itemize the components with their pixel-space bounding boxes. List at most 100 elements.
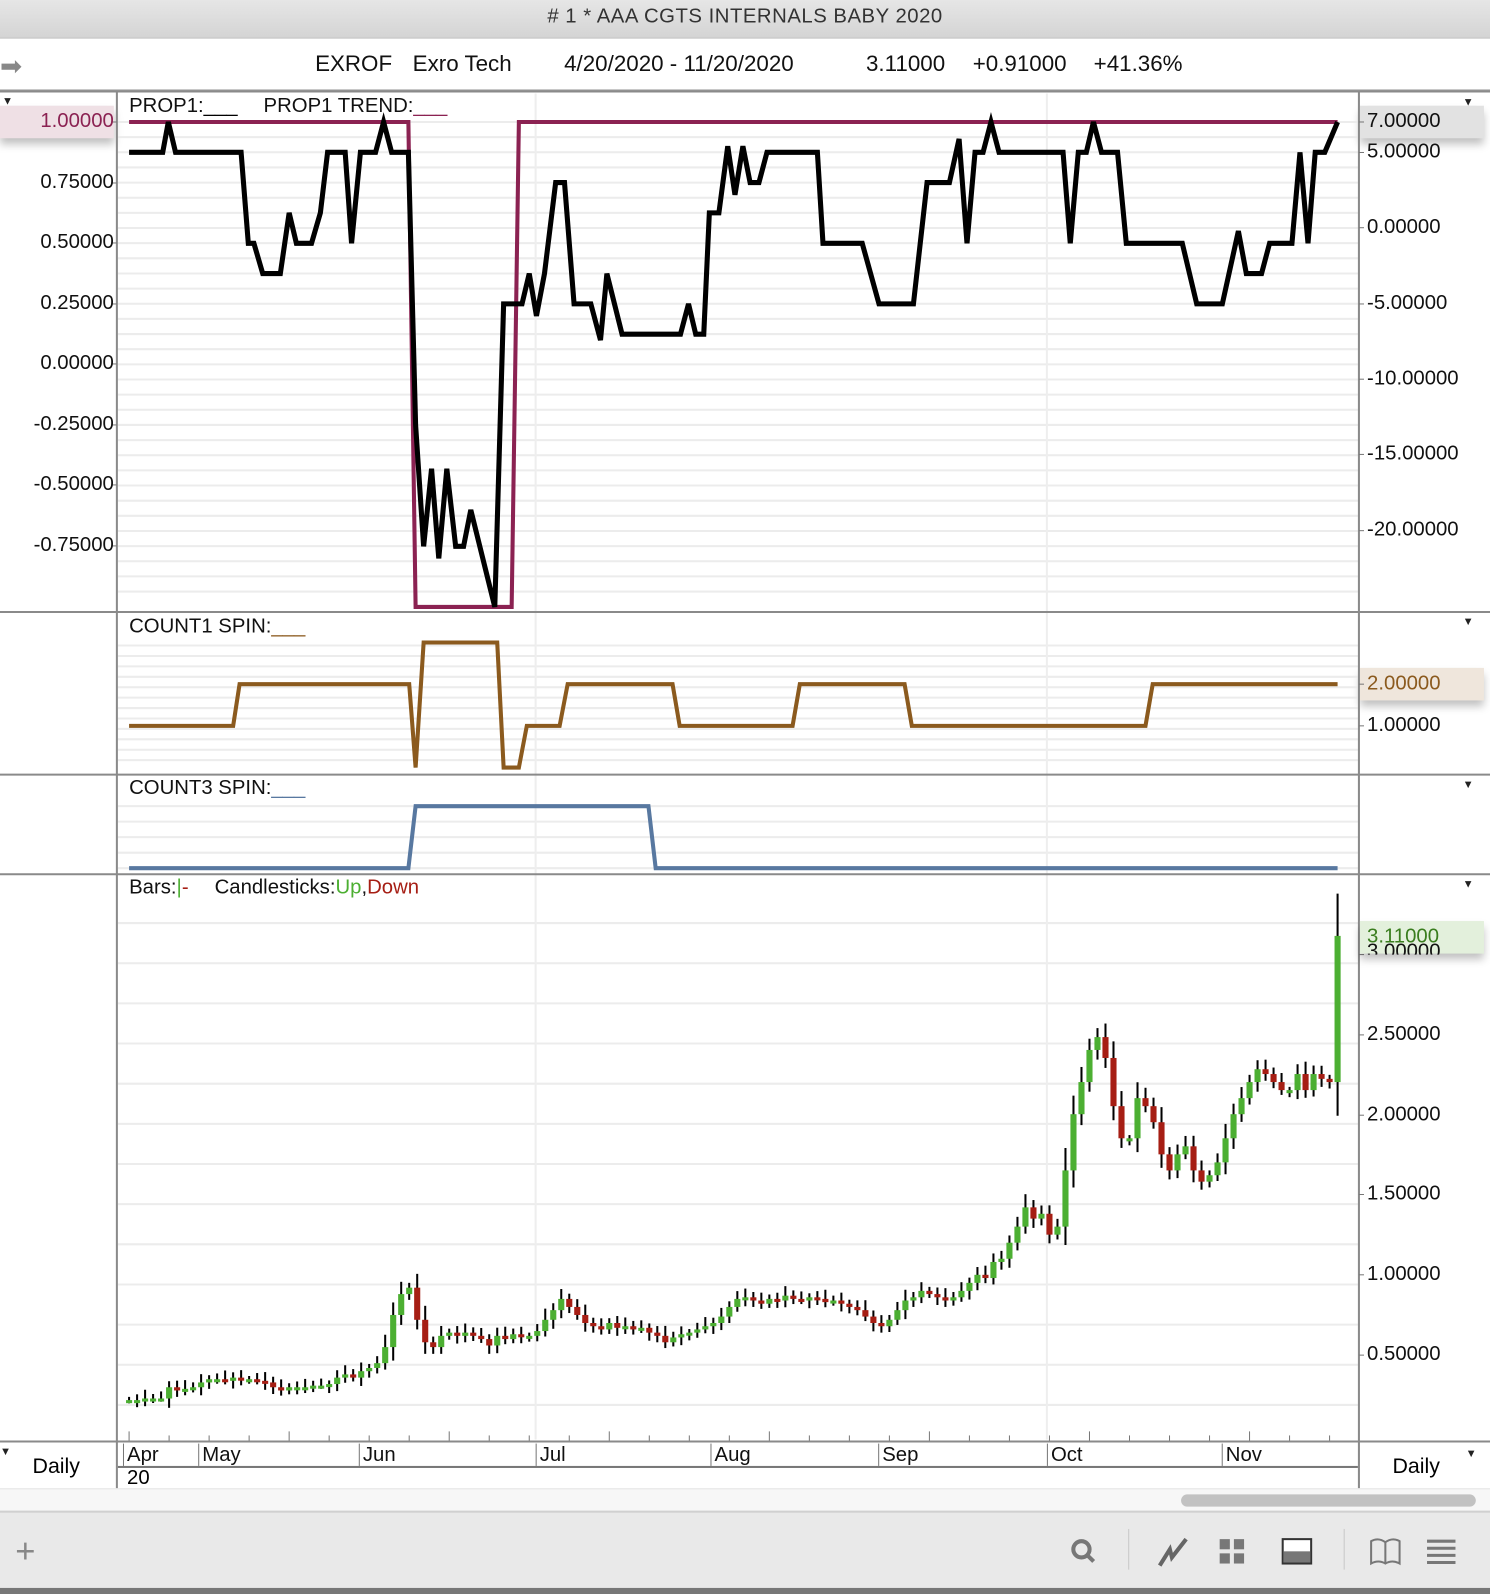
left-tick: 0.00000 bbox=[40, 351, 114, 375]
candle-up bbox=[734, 1298, 741, 1307]
right-tick: -10.00000 bbox=[1367, 366, 1459, 390]
candle-down bbox=[1270, 1074, 1277, 1083]
candle-down bbox=[518, 1334, 525, 1338]
candle-down bbox=[862, 1310, 869, 1317]
book-icon[interactable] bbox=[1367, 1533, 1404, 1570]
candle-up bbox=[718, 1316, 725, 1324]
prop1-panel-dropdown-icon[interactable]: ▼ bbox=[1463, 97, 1474, 109]
candle-down-label: Down bbox=[367, 876, 420, 899]
prop1-trend-swatch: ___ bbox=[413, 94, 448, 117]
scrollbar-thumb[interactable] bbox=[1181, 1494, 1476, 1507]
candle-up bbox=[1134, 1098, 1141, 1139]
price-current: 3.11000 bbox=[1367, 925, 1440, 948]
candle-up bbox=[406, 1287, 413, 1295]
month-label: Jun bbox=[358, 1443, 396, 1466]
candle-up bbox=[950, 1297, 957, 1301]
candle-down bbox=[270, 1382, 277, 1388]
candle-down bbox=[934, 1294, 941, 1298]
year-label: 20 bbox=[127, 1466, 150, 1490]
candle-up bbox=[910, 1297, 917, 1301]
candle-up bbox=[214, 1379, 221, 1383]
price-panel-dropdown-icon[interactable]: ▼ bbox=[1463, 878, 1474, 890]
left-axis-dropdown-icon[interactable]: ▼ bbox=[2, 96, 13, 108]
candle-up bbox=[190, 1387, 197, 1391]
count1-legend: COUNT1 SPIN:___ bbox=[129, 615, 305, 638]
candle-up bbox=[1094, 1037, 1101, 1050]
candle-down bbox=[982, 1274, 989, 1279]
search-icon[interactable] bbox=[1065, 1533, 1102, 1570]
right-tick: 1.50000 bbox=[1367, 1182, 1441, 1205]
right-period-dropdown-icon[interactable]: ▼ bbox=[1466, 1448, 1477, 1460]
candle-up bbox=[374, 1363, 381, 1368]
candle-up bbox=[438, 1335, 445, 1348]
month-label: Oct bbox=[1046, 1443, 1083, 1466]
candle-up bbox=[1246, 1082, 1253, 1099]
candle-down bbox=[350, 1374, 357, 1378]
candle-up bbox=[622, 1326, 629, 1330]
candle-down bbox=[942, 1297, 949, 1301]
candle-down bbox=[470, 1332, 477, 1336]
candle-down bbox=[454, 1332, 461, 1336]
candle-down bbox=[654, 1332, 661, 1336]
candle-down bbox=[926, 1290, 933, 1295]
candle-up bbox=[830, 1300, 837, 1304]
menu-icon[interactable] bbox=[1423, 1533, 1460, 1570]
candle-up bbox=[494, 1335, 501, 1346]
candle-down bbox=[878, 1323, 885, 1327]
right-tick: 1.00000 bbox=[1367, 1262, 1441, 1285]
plus-icon[interactable]: + bbox=[7, 1533, 44, 1570]
candle-up bbox=[966, 1282, 973, 1291]
candle-up bbox=[310, 1385, 317, 1389]
candle-up bbox=[294, 1387, 301, 1391]
right-tick: 0.00000 bbox=[1367, 215, 1441, 238]
candle-up bbox=[894, 1310, 901, 1320]
candle-up bbox=[1174, 1154, 1181, 1171]
candle-up bbox=[782, 1295, 789, 1301]
right-tick: 5.00000 bbox=[1367, 140, 1441, 163]
horizontal-scrollbar[interactable] bbox=[0, 1488, 1490, 1512]
candle-down bbox=[254, 1379, 261, 1383]
candle-up bbox=[1286, 1090, 1293, 1094]
candle-up bbox=[462, 1332, 469, 1336]
candle-up bbox=[302, 1387, 309, 1391]
candle-up bbox=[1126, 1138, 1133, 1142]
candle-up bbox=[606, 1323, 613, 1330]
candle-up bbox=[686, 1332, 693, 1336]
left-period-dropdown-icon[interactable]: ▼ bbox=[0, 1446, 11, 1458]
candle-down bbox=[566, 1298, 573, 1307]
candle-up bbox=[158, 1398, 165, 1402]
prop1-swatch: ___ bbox=[203, 94, 238, 117]
candle-down bbox=[646, 1327, 653, 1333]
candle-up bbox=[206, 1379, 213, 1383]
prop1-legend: PROP1:___ PROP1 TREND:___ bbox=[129, 95, 447, 118]
candle-down bbox=[870, 1316, 877, 1324]
count1-panel-dropdown-icon[interactable]: ▼ bbox=[1463, 616, 1474, 628]
candle-up bbox=[1038, 1213, 1045, 1219]
panel-icon[interactable] bbox=[1279, 1533, 1316, 1570]
grid-icon[interactable] bbox=[1214, 1533, 1251, 1570]
candle-up bbox=[134, 1400, 141, 1404]
candle-down bbox=[278, 1387, 285, 1391]
candle-up bbox=[366, 1367, 373, 1372]
candle-up bbox=[542, 1319, 549, 1332]
count3-panel-dropdown-icon[interactable]: ▼ bbox=[1463, 779, 1474, 791]
count1-swatch: ___ bbox=[271, 615, 306, 638]
month-label: Apr bbox=[122, 1443, 159, 1466]
line-chart-icon[interactable] bbox=[1156, 1533, 1193, 1570]
period-right[interactable]: Daily bbox=[1392, 1455, 1439, 1479]
candle-up-label: Up bbox=[335, 876, 362, 899]
candle-up bbox=[382, 1347, 389, 1364]
candle-up bbox=[902, 1300, 909, 1311]
candle-up bbox=[1294, 1074, 1301, 1091]
right-tick: 0.50000 bbox=[1367, 1342, 1441, 1366]
candle-up bbox=[246, 1379, 253, 1383]
candle-down bbox=[262, 1380, 269, 1384]
period-left[interactable]: Daily bbox=[33, 1455, 80, 1479]
candle-up bbox=[166, 1387, 173, 1399]
month-label: May bbox=[198, 1443, 241, 1466]
candle-up bbox=[286, 1387, 293, 1391]
candle-down bbox=[414, 1287, 421, 1320]
candle-up bbox=[694, 1329, 701, 1333]
left-tick: 0.25000 bbox=[40, 291, 114, 315]
candle-down bbox=[1142, 1098, 1149, 1107]
